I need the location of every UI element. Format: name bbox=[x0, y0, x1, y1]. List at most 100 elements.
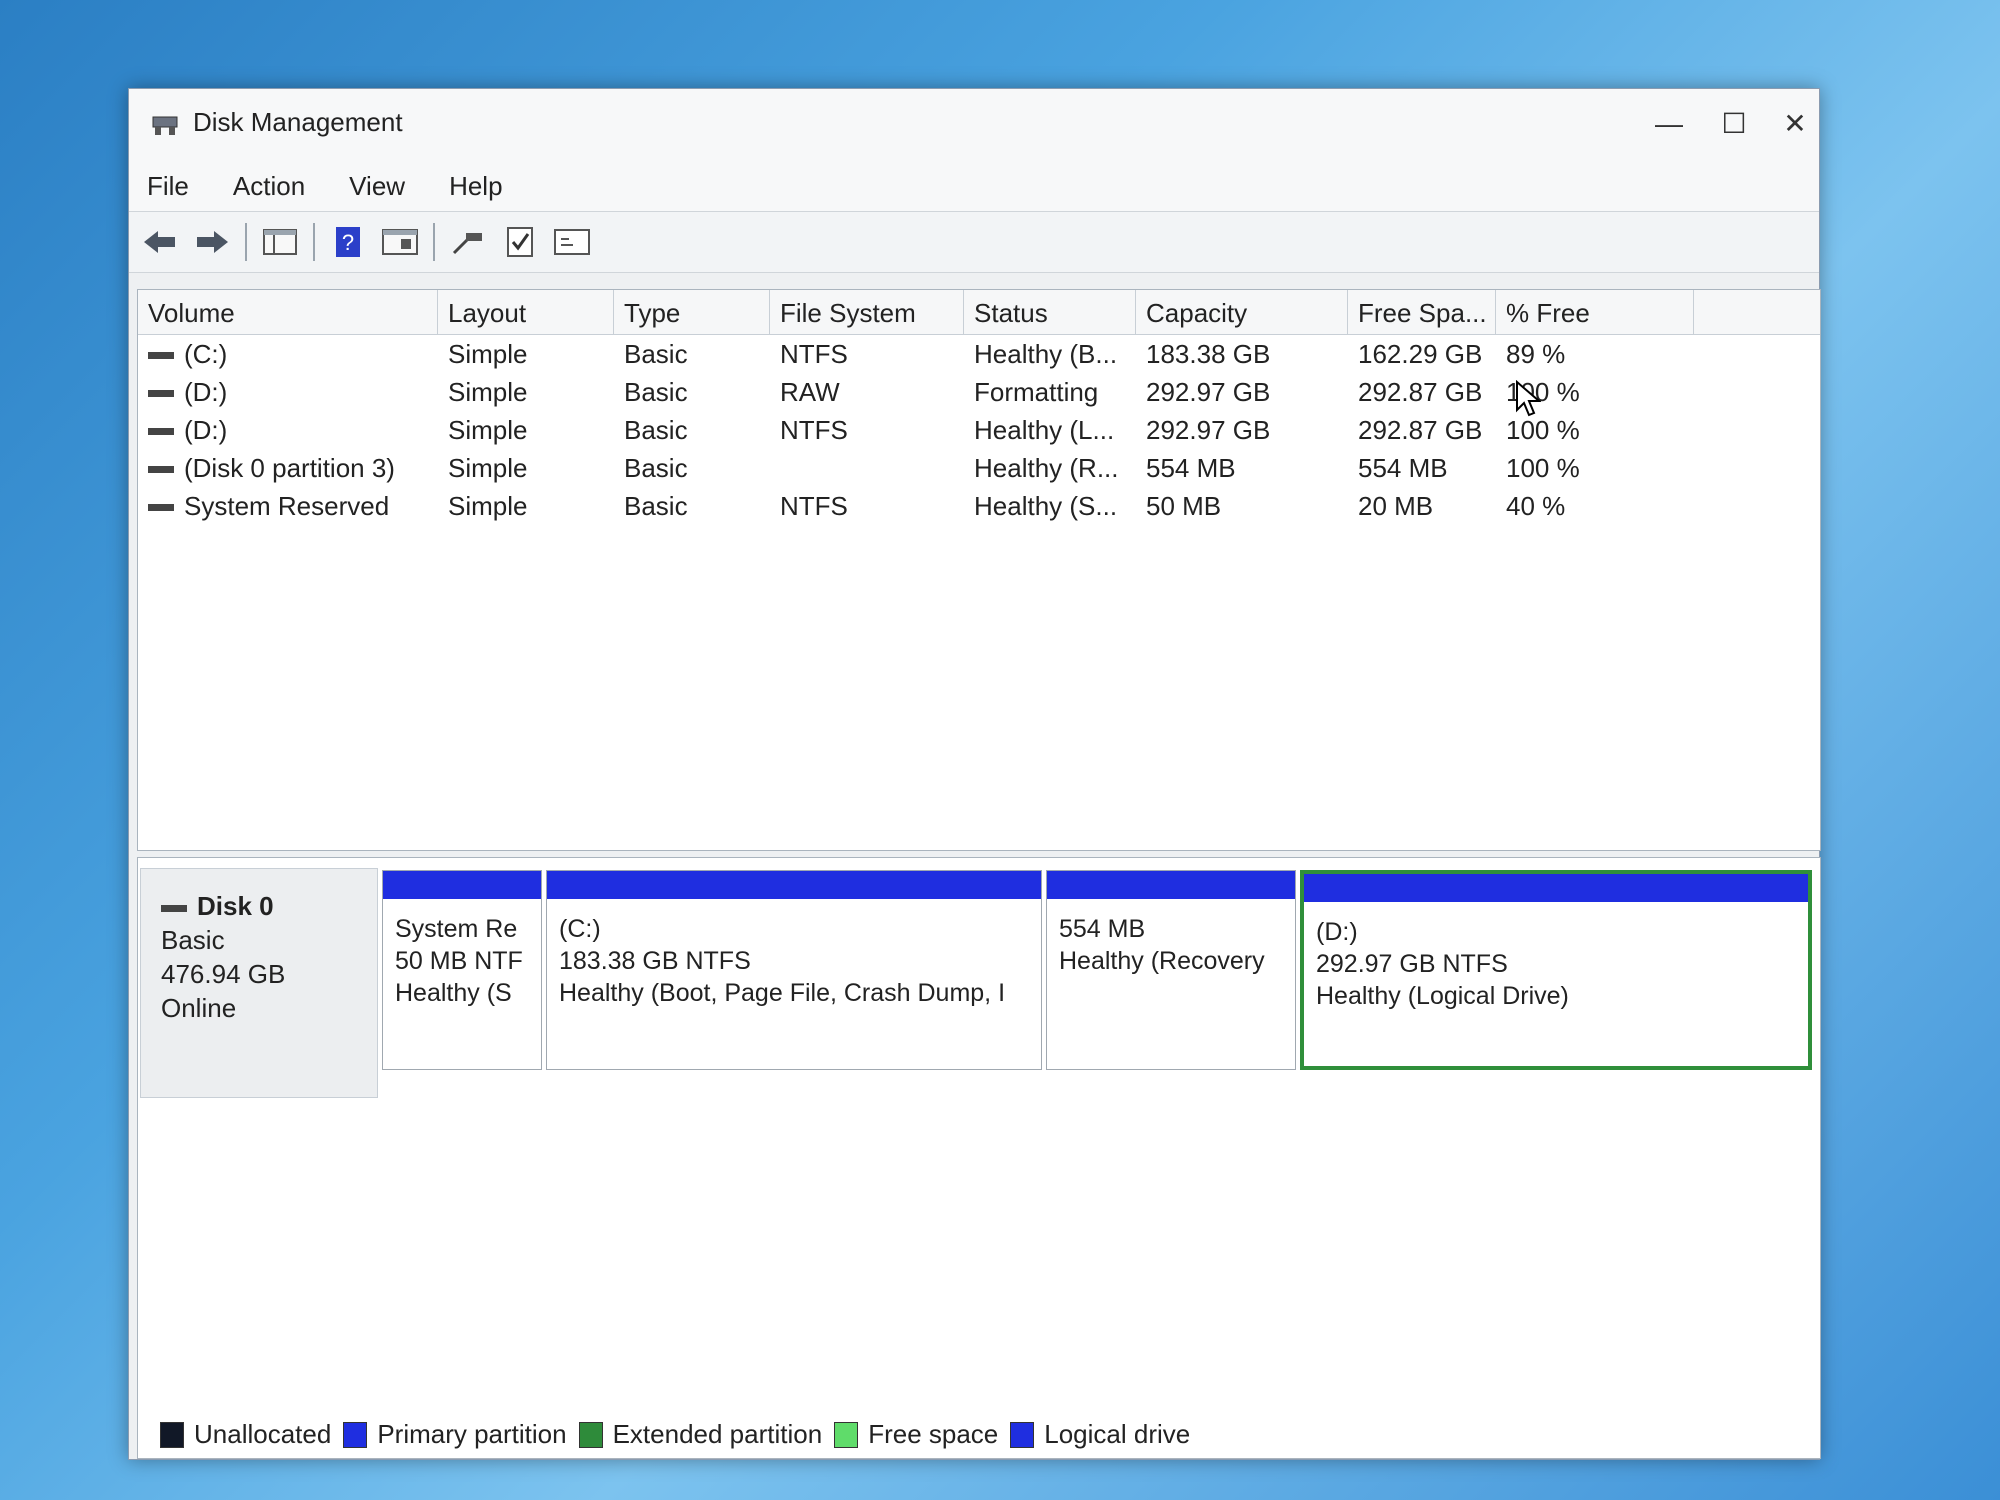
logical-drive-bar bbox=[1304, 874, 1808, 902]
partition-status: Healthy (Recovery bbox=[1059, 947, 1265, 975]
column-header-file-system[interactable]: File System bbox=[770, 290, 964, 334]
volume-icon bbox=[148, 466, 174, 474]
disk-size: 476.94 GB bbox=[161, 959, 286, 989]
back-icon[interactable] bbox=[139, 222, 181, 262]
cell-type: Basic bbox=[624, 376, 688, 407]
table-row[interactable]: (D:) Simple Basic NTFS Healthy (L... 292… bbox=[138, 411, 1820, 449]
legend-label-extended: Extended partition bbox=[612, 1419, 823, 1449]
settings-icon[interactable] bbox=[551, 222, 593, 262]
partition-size: 50 MB NTF bbox=[395, 947, 523, 975]
primary-partition-bar bbox=[547, 871, 1041, 899]
partition-d[interactable]: (D:) 292.97 GB NTFS Healthy (Logical Dri… bbox=[1300, 870, 1812, 1070]
disk-management-icon bbox=[152, 116, 178, 135]
cell-status: Healthy (B... bbox=[974, 338, 1118, 369]
cell-percent-free: 100 % bbox=[1506, 414, 1580, 445]
disk-name: Disk 0 bbox=[197, 891, 274, 921]
table-row[interactable]: (C:) Simple Basic NTFS Healthy (B... 183… bbox=[138, 335, 1820, 373]
disk-graph-pane: Disk 0 Basic 476.94 GB Online System Re … bbox=[137, 857, 1821, 1459]
table-row[interactable]: (D:) Simple Basic RAW Formatting 292.97 … bbox=[138, 373, 1820, 411]
cell-percent-free: 89 % bbox=[1506, 338, 1566, 369]
toolbar-separator bbox=[433, 223, 435, 261]
partition-name: (C:) bbox=[559, 915, 601, 943]
cell-free-space: 162.29 GB bbox=[1358, 338, 1483, 369]
legend-swatch-unallocated bbox=[160, 1421, 184, 1448]
cell-status: Healthy (R... bbox=[974, 452, 1119, 483]
forward-icon[interactable] bbox=[191, 222, 233, 262]
disk-icon bbox=[161, 904, 187, 912]
legend-swatch-primary bbox=[343, 1421, 368, 1448]
cell-volume: System Reserved bbox=[184, 490, 390, 521]
volume-icon bbox=[148, 390, 174, 398]
cell-percent-free: 40 % bbox=[1506, 490, 1566, 521]
table-row[interactable]: (Disk 0 partition 3) Simple Basic Health… bbox=[138, 449, 1820, 487]
column-header-percent-free[interactable]: % Free bbox=[1496, 290, 1694, 334]
cell-file-system: RAW bbox=[780, 376, 840, 407]
partition-recovery[interactable]: 554 MB Healthy (Recovery bbox=[1046, 870, 1296, 1070]
cell-layout: Simple bbox=[448, 452, 528, 483]
cell-free-space: 554 MB bbox=[1358, 452, 1448, 483]
menu-help[interactable]: Help bbox=[445, 167, 506, 206]
console-tree-icon[interactable] bbox=[259, 222, 301, 262]
cell-capacity: 554 MB bbox=[1146, 452, 1236, 483]
partition-size: 183.38 GB NTFS bbox=[559, 947, 751, 975]
partition-status: Healthy (Logical Drive) bbox=[1316, 982, 1569, 1010]
cell-free-space: 20 MB bbox=[1358, 490, 1434, 521]
cell-type: Basic bbox=[624, 414, 688, 445]
cell-volume: (D:) bbox=[184, 376, 228, 407]
partition-system-reserved[interactable]: System Re 50 MB NTF Healthy (S bbox=[382, 870, 542, 1070]
cell-status: Formatting bbox=[974, 376, 1099, 407]
cell-type: Basic bbox=[624, 452, 688, 483]
volume-icon bbox=[148, 504, 174, 512]
cell-layout: Simple bbox=[448, 414, 528, 445]
partition-status: Healthy (S bbox=[395, 979, 512, 1007]
disk-type: Basic bbox=[161, 925, 225, 955]
table-row[interactable]: System Reserved Simple Basic NTFS Health… bbox=[138, 487, 1820, 525]
connect-icon[interactable] bbox=[447, 222, 489, 262]
primary-partition-bar bbox=[383, 871, 541, 899]
legend-swatch-extended bbox=[578, 1421, 603, 1448]
primary-partition-bar bbox=[1047, 871, 1295, 899]
menu-view[interactable]: View bbox=[345, 167, 409, 206]
cell-type: Basic bbox=[624, 490, 688, 521]
title-bar: Disk Management — ☐ ✕ bbox=[129, 89, 1819, 161]
menu-action[interactable]: Action bbox=[229, 167, 309, 206]
toolbar: ? bbox=[129, 211, 1819, 273]
svg-text:?: ? bbox=[342, 230, 354, 255]
menu-file[interactable]: File bbox=[143, 167, 193, 206]
cell-status: Healthy (L... bbox=[974, 414, 1115, 445]
toolbar-separator bbox=[245, 223, 247, 261]
window-title: Disk Management bbox=[193, 107, 403, 137]
legend-swatch-logical bbox=[1010, 1421, 1035, 1448]
minimize-button[interactable]: — bbox=[1639, 99, 1699, 149]
cell-percent-free: 100 % bbox=[1506, 452, 1580, 483]
partition-c[interactable]: (C:) 183.38 GB NTFS Healthy (Boot, Page … bbox=[546, 870, 1042, 1070]
cell-capacity: 292.97 GB bbox=[1146, 414, 1271, 445]
volume-icon bbox=[148, 428, 174, 436]
column-header-volume[interactable]: Volume bbox=[138, 290, 438, 334]
cell-capacity: 183.38 GB bbox=[1146, 338, 1271, 369]
menu-bar: File Action View Help bbox=[129, 161, 1819, 211]
column-header-capacity[interactable]: Capacity bbox=[1136, 290, 1348, 334]
cell-file-system: NTFS bbox=[780, 338, 848, 369]
legend-label-primary: Primary partition bbox=[377, 1419, 567, 1449]
properties-icon[interactable] bbox=[379, 222, 421, 262]
help-icon[interactable]: ? bbox=[327, 222, 369, 262]
partition-size: 292.97 GB NTFS bbox=[1316, 950, 1508, 978]
check-icon[interactable] bbox=[499, 222, 541, 262]
cell-volume: (Disk 0 partition 3) bbox=[184, 452, 395, 483]
maximize-button[interactable]: ☐ bbox=[1704, 99, 1764, 149]
column-header-type[interactable]: Type bbox=[614, 290, 770, 334]
cell-layout: Simple bbox=[448, 490, 528, 521]
volume-list: Volume Layout Type File System Status Ca… bbox=[137, 289, 1821, 851]
cell-layout: Simple bbox=[448, 338, 528, 369]
cell-free-space: 292.87 GB bbox=[1358, 376, 1483, 407]
column-header-status[interactable]: Status bbox=[964, 290, 1136, 334]
disk-0-info[interactable]: Disk 0 Basic 476.94 GB Online bbox=[140, 868, 378, 1098]
legend-swatch-free-space bbox=[834, 1421, 859, 1448]
partition-name: System Re bbox=[395, 915, 518, 943]
close-button[interactable]: ✕ bbox=[1765, 99, 1825, 149]
disk-state: Online bbox=[161, 993, 237, 1023]
disk-management-window: Disk Management — ☐ ✕ File Action View H… bbox=[128, 88, 1821, 1460]
column-header-free-space[interactable]: Free Spa... bbox=[1348, 290, 1496, 334]
column-header-layout[interactable]: Layout bbox=[438, 290, 614, 334]
